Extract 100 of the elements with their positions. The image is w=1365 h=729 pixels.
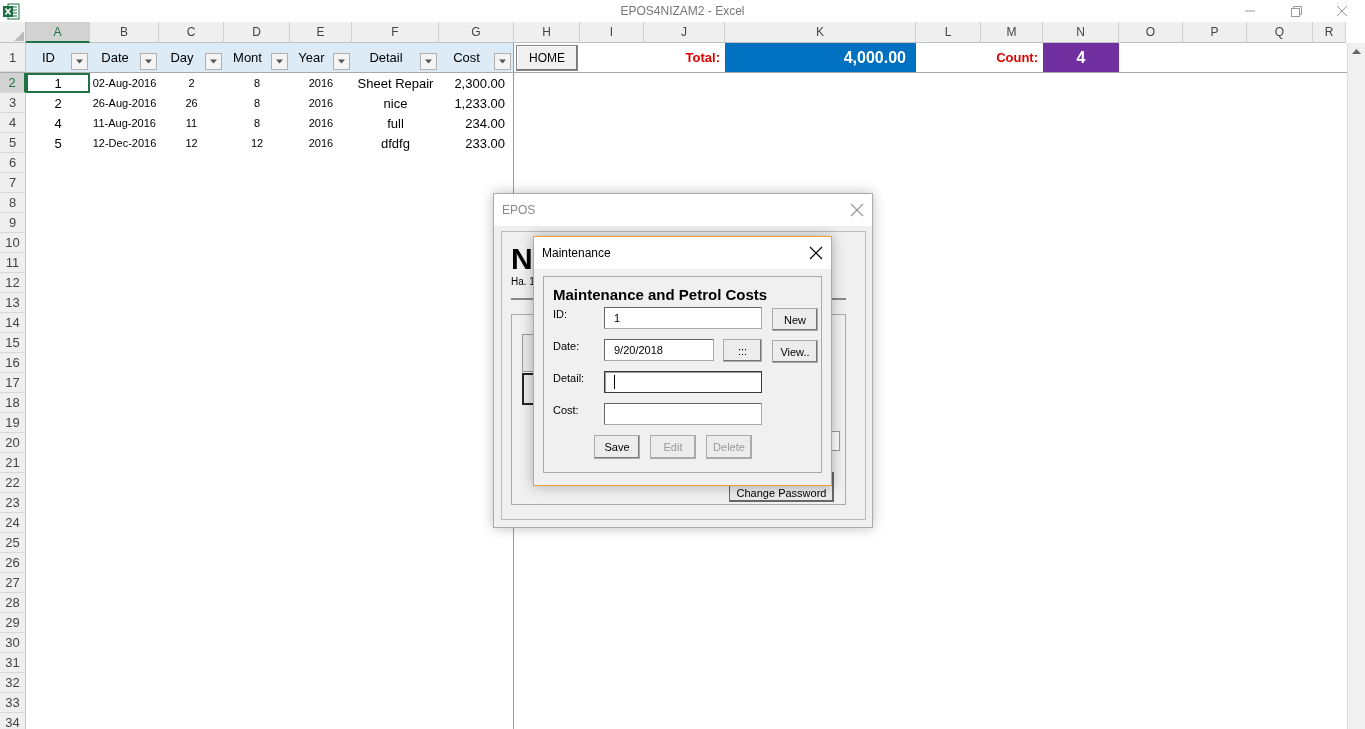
- row-header[interactable]: 13: [0, 293, 26, 313]
- row-header[interactable]: 10: [0, 233, 26, 253]
- column-header[interactable]: I: [580, 22, 644, 43]
- row-header[interactable]: 22: [0, 473, 26, 493]
- row-header[interactable]: 34: [0, 713, 26, 729]
- table-cell-text: 02-Aug-2016: [91, 76, 158, 91]
- row-header[interactable]: 1: [0, 43, 26, 72]
- row-header[interactable]: 6: [0, 153, 26, 173]
- column-header[interactable]: R: [1313, 22, 1346, 43]
- row-header[interactable]: 27: [0, 573, 26, 593]
- row-header[interactable]: 28: [0, 593, 26, 613]
- scrollbar[interactable]: [1347, 43, 1365, 729]
- row-header[interactable]: 23: [0, 493, 26, 513]
- row-header[interactable]: 2: [0, 73, 26, 93]
- home-button[interactable]: HOME: [516, 44, 578, 71]
- header-cell: Date: [90, 43, 159, 72]
- column-header[interactable]: K: [725, 22, 916, 43]
- up-arrow-icon[interactable]: [1352, 49, 1361, 54]
- action-button[interactable]: View..: [772, 340, 818, 363]
- row-header[interactable]: 8: [0, 193, 26, 213]
- header-cell: ID: [26, 43, 90, 72]
- column-header[interactable]: J: [644, 22, 725, 43]
- row-header[interactable]: 21: [0, 453, 26, 473]
- row-header[interactable]: 15: [0, 333, 26, 353]
- row-header[interactable]: 30: [0, 633, 26, 653]
- action-button[interactable]: Save: [594, 435, 640, 459]
- row-header[interactable]: 12: [0, 273, 26, 293]
- column-header[interactable]: M: [981, 22, 1043, 43]
- filter-button[interactable]: [205, 53, 222, 70]
- filter-button[interactable]: [494, 53, 511, 70]
- input-field[interactable]: [604, 403, 762, 425]
- table-cell-text: 12-Dec-2016: [91, 136, 158, 151]
- column-header[interactable]: A: [26, 22, 90, 43]
- filter-button[interactable]: [71, 53, 88, 70]
- column-header[interactable]: N: [1043, 22, 1119, 43]
- row-header[interactable]: 31: [0, 653, 26, 673]
- filter-button[interactable]: [420, 53, 437, 70]
- field-label: Detail:: [553, 371, 586, 384]
- total-label: Total:: [685, 50, 720, 65]
- column-header[interactable]: C: [159, 22, 224, 43]
- column-header[interactable]: H: [514, 22, 580, 43]
- table-cell-text: 12: [184, 136, 199, 151]
- table-cell-text: 2016: [307, 96, 335, 111]
- column-header[interactable]: E: [290, 22, 352, 43]
- table-cell-text: 11-Aug-2016: [92, 116, 157, 131]
- filter-button[interactable]: [333, 53, 350, 70]
- table-cell-text: nice: [382, 94, 409, 113]
- row-header[interactable]: 25: [0, 533, 26, 553]
- header-cell: Detail: [352, 43, 439, 72]
- date-picker-button[interactable]: :::: [723, 339, 762, 362]
- row-header[interactable]: 17: [0, 373, 26, 393]
- input-field[interactable]: [604, 371, 762, 393]
- row-header[interactable]: 32: [0, 673, 26, 693]
- column-header[interactable]: G: [439, 22, 514, 43]
- row-header[interactable]: 11: [0, 253, 26, 273]
- filter-button[interactable]: [271, 53, 288, 70]
- table-cell: 233.00: [439, 133, 514, 153]
- table-cell-text: 12: [249, 136, 265, 151]
- row-header[interactable]: 20: [0, 433, 26, 453]
- row-header[interactable]: 24: [0, 513, 26, 533]
- dialog-title: EPOS: [502, 203, 536, 217]
- row-header[interactable]: 3: [0, 93, 26, 113]
- row-header[interactable]: 5: [0, 133, 26, 153]
- table-cell-text: 2016: [307, 76, 335, 91]
- row-header[interactable]: 33: [0, 693, 26, 713]
- column-header[interactable]: P: [1183, 22, 1247, 43]
- table-cell-text: full: [386, 114, 405, 133]
- row-header[interactable]: 14: [0, 313, 26, 333]
- row-header[interactable]: 29: [0, 613, 26, 633]
- column-header[interactable]: L: [916, 22, 981, 43]
- table-cell-text: 8: [252, 116, 262, 131]
- row-header[interactable]: 19: [0, 413, 26, 433]
- row-header[interactable]: 4: [0, 113, 26, 133]
- field-label: Date:: [553, 339, 581, 352]
- filter-button[interactable]: [140, 53, 157, 70]
- column-header[interactable]: D: [224, 22, 290, 43]
- table-cell: 2,300.00: [439, 73, 514, 93]
- input-field[interactable]: 9/20/2018: [604, 339, 714, 361]
- table-cell: 234.00: [439, 113, 514, 133]
- form-heading: N: [511, 244, 533, 274]
- caret-icon: [209, 59, 218, 64]
- field-label: ID:: [553, 307, 569, 320]
- table-cell-text: 8: [252, 76, 262, 91]
- column-header[interactable]: O: [1119, 22, 1183, 43]
- window-title: EPOS4NIZAM2 - Excel: [620, 4, 745, 18]
- column-header[interactable]: B: [90, 22, 159, 43]
- row-header[interactable]: 16: [0, 353, 26, 373]
- caret-icon: [75, 59, 84, 64]
- row-header[interactable]: 7: [0, 173, 26, 193]
- row-header[interactable]: 9: [0, 213, 26, 233]
- column-header[interactable]: Q: [1247, 22, 1313, 43]
- action-button[interactable]: New: [772, 308, 818, 331]
- row-header[interactable]: 26: [0, 553, 26, 573]
- header-cell: Mont: [224, 43, 290, 72]
- input-field[interactable]: 1: [604, 307, 762, 329]
- header-cell: Year: [290, 43, 352, 72]
- column-header[interactable]: F: [352, 22, 439, 43]
- close-icon[interactable]: [809, 246, 823, 260]
- row-header[interactable]: 18: [0, 393, 26, 413]
- caret-icon: [275, 59, 284, 64]
